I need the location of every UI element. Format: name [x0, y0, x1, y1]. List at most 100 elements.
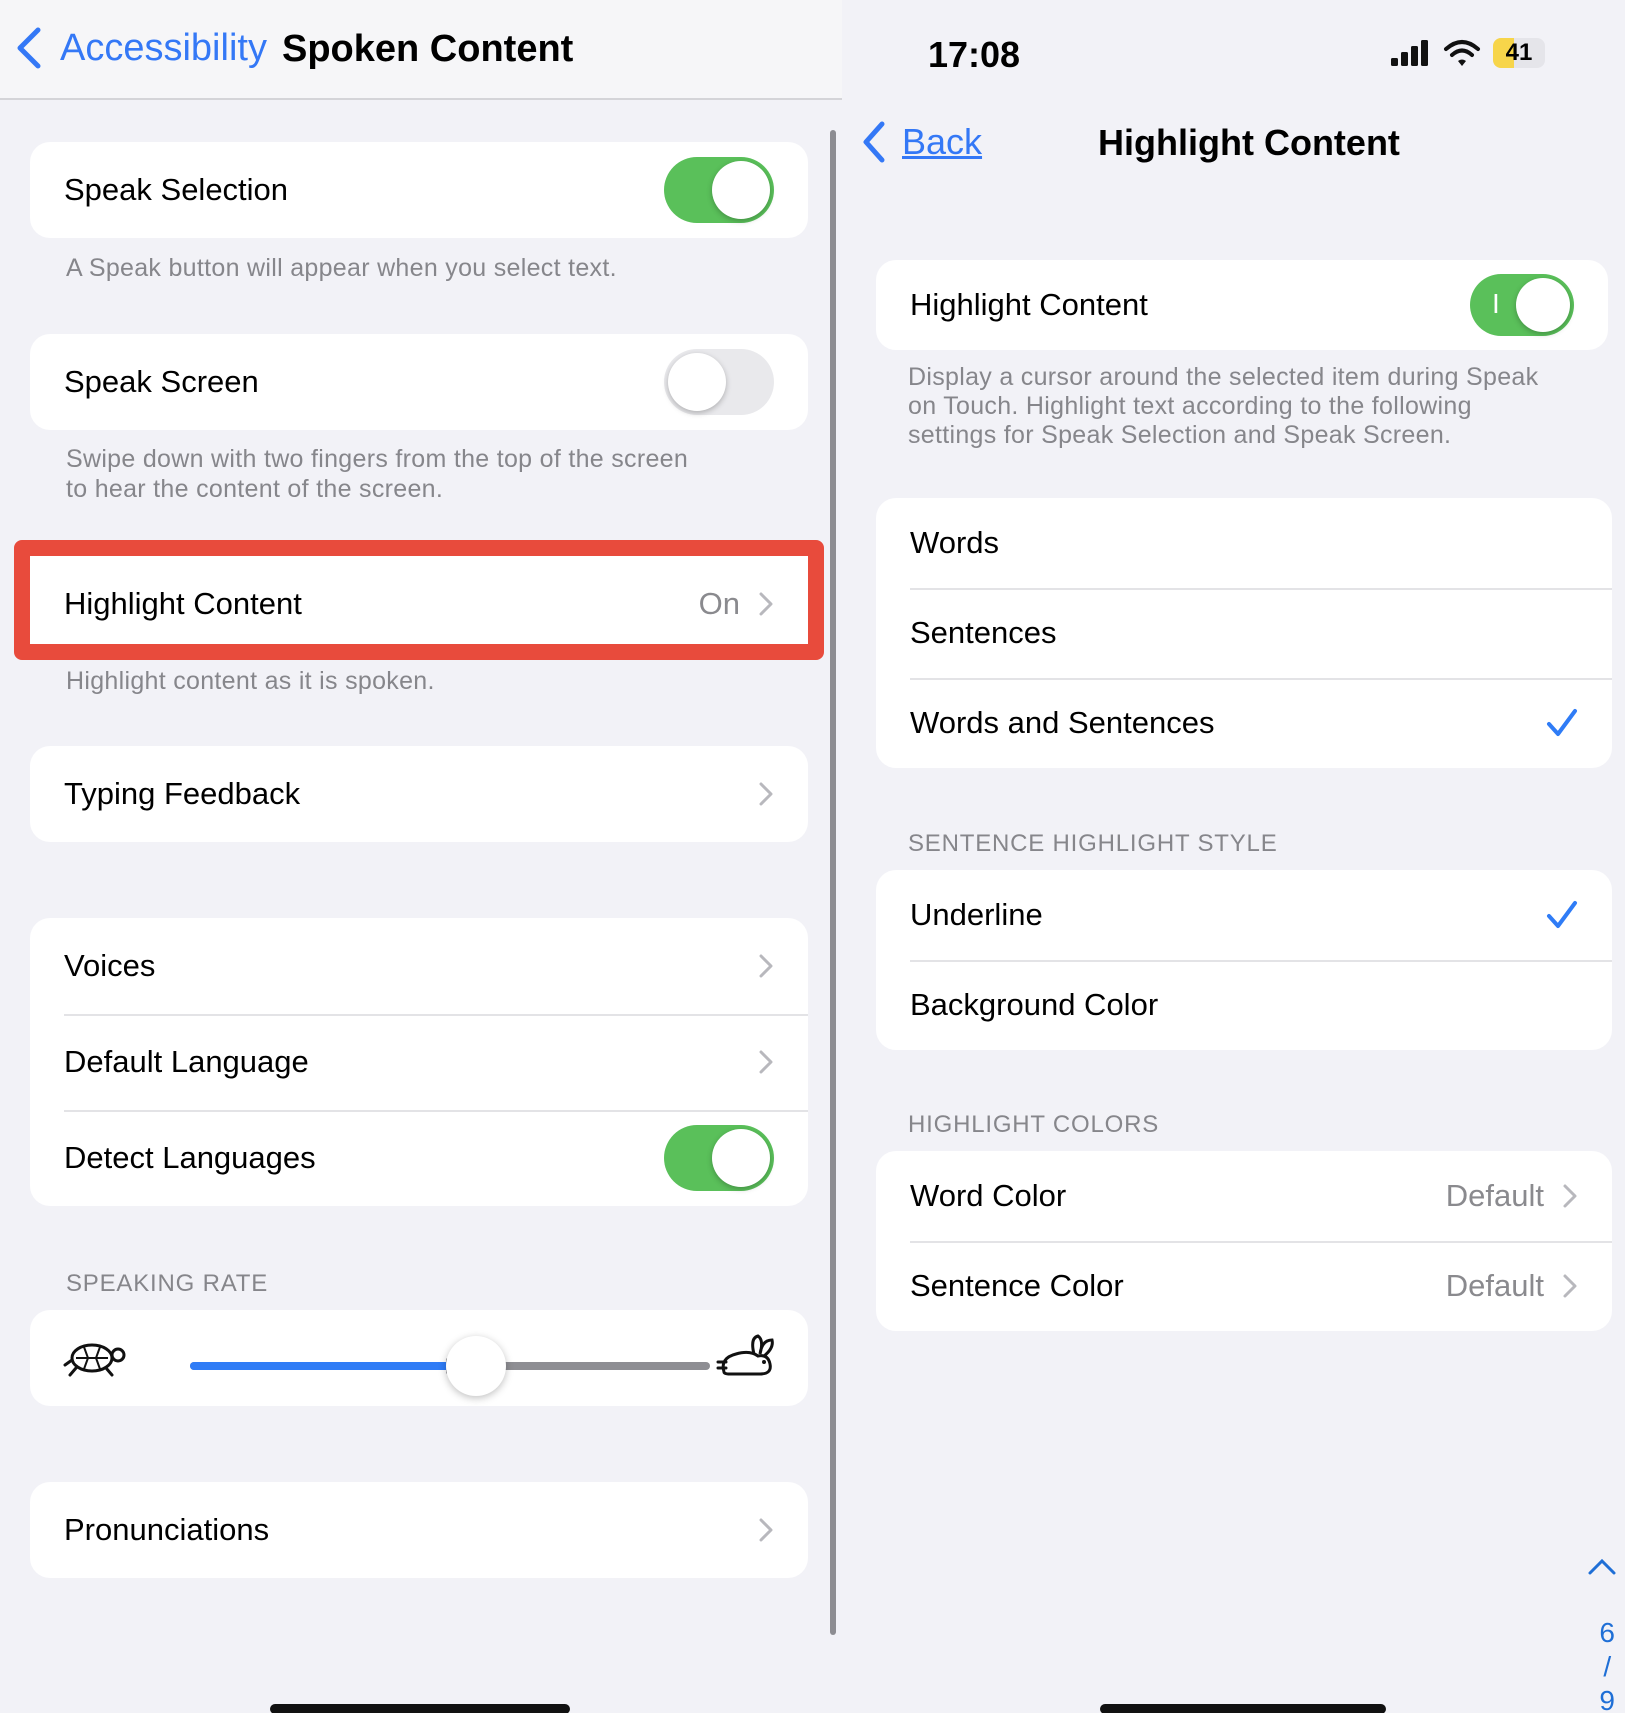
speak-screen-card: Speak Screen [30, 334, 808, 430]
speak-screen-row: Speak Screen [30, 334, 808, 430]
nav-bar: Accessibility Spoken Content [0, 0, 842, 100]
description-line: settings for Speak Selection and Speak S… [908, 421, 1452, 449]
chevron-right-icon [759, 782, 773, 806]
annotation-highlight-box [14, 540, 824, 660]
turtle-icon [63, 1343, 126, 1377]
detect-languages-toggle[interactable] [664, 1125, 774, 1191]
chevron-right-icon [759, 954, 773, 978]
description-line: Display a cursor around the selected ite… [908, 363, 1539, 391]
chevron-right-icon [1563, 1184, 1577, 1208]
spoken-content-screen: Accessibility Spoken Content Speak Selec… [0, 0, 842, 1713]
separator [910, 1241, 1612, 1243]
option-label: Sentences [910, 615, 1057, 650]
highlight-content-label: Highlight Content [910, 287, 1148, 322]
voices-group-card: Voices Default Language Detect Languages [30, 918, 808, 1206]
highlight-content-toggle[interactable]: I [1470, 274, 1574, 336]
chevron-right-icon [1563, 1274, 1577, 1298]
highlight-content-toggle-row: Highlight Content I [876, 260, 1608, 350]
back-button[interactable]: Back [860, 120, 982, 164]
voices-row[interactable]: Voices [30, 918, 808, 1014]
detect-languages-row: Detect Languages [30, 1110, 808, 1206]
page-separator: / [1603, 1651, 1612, 1682]
separator [910, 960, 1612, 962]
highlight-colors-header: HIGHLIGHT COLORS [908, 1111, 1160, 1138]
back-button[interactable]: Accessibility [14, 26, 267, 70]
separator [910, 588, 1612, 590]
back-label: Back [902, 121, 983, 162]
scrollbar[interactable] [830, 130, 836, 1635]
speak-screen-toggle[interactable] [664, 349, 774, 415]
highlight-mode-card: Words Sentences Words and Sentences [876, 498, 1612, 768]
highlight-content-description: Display a cursor around the selected ite… [908, 363, 1538, 450]
pronunciations-label: Pronunciations [64, 1512, 270, 1547]
voices-label: Voices [64, 948, 156, 983]
option-words-and-sentences[interactable]: Words and Sentences [876, 678, 1612, 768]
scroll-up-icon[interactable] [1587, 1556, 1617, 1576]
speak-selection-label: Speak Selection [64, 172, 289, 207]
speaking-rate-card [30, 1310, 808, 1406]
speaking-rate-slider[interactable] [190, 1336, 710, 1396]
speak-screen-note: Swipe down with two fingers from the top… [66, 444, 688, 504]
option-background-color[interactable]: Background Color [876, 960, 1612, 1050]
word-color-row[interactable]: Word Color Default [876, 1151, 1612, 1241]
option-words[interactable]: Words [876, 498, 1612, 588]
back-label: Accessibility [60, 26, 267, 69]
option-label: Words and Sentences [910, 705, 1215, 740]
page-indicator: 6 / 9 [1599, 1616, 1615, 1713]
sentence-color-value: Default [1445, 1268, 1544, 1303]
option-label: Background Color [910, 987, 1159, 1022]
checkmark-icon [1547, 709, 1577, 736]
separator [64, 1014, 808, 1016]
toggle-knob [1516, 278, 1570, 332]
home-indicator[interactable] [270, 1704, 570, 1713]
status-time: 17:08 [928, 34, 1021, 75]
page-current: 6 [1599, 1617, 1615, 1648]
option-underline[interactable]: Underline [876, 870, 1612, 960]
battery-icon: 41 [1493, 38, 1545, 68]
toggle-on-mark: I [1492, 288, 1500, 319]
word-color-value: Default [1445, 1178, 1544, 1213]
option-label: Underline [910, 897, 1043, 932]
page-title: Highlight Content [1098, 122, 1400, 163]
speaking-rate-header: SPEAKING RATE [66, 1270, 269, 1297]
status-icons: 41 [1391, 38, 1545, 68]
typing-feedback-row[interactable]: Typing Feedback [30, 746, 808, 842]
sentence-color-label: Sentence Color [910, 1268, 1124, 1303]
page-total: 9 [1599, 1685, 1615, 1713]
default-language-row[interactable]: Default Language [30, 1014, 808, 1110]
slider-thumb[interactable] [446, 1336, 506, 1396]
speak-selection-note: A Speak button will appear when you sele… [66, 254, 617, 282]
page-title: Spoken Content [282, 28, 574, 70]
note-line: Swipe down with two fingers from the top… [66, 445, 689, 473]
separator [910, 678, 1612, 680]
cellular-signal-icon [1391, 40, 1428, 66]
wifi-icon [1444, 40, 1480, 66]
slider-fill [190, 1362, 476, 1370]
default-language-label: Default Language [64, 1044, 309, 1079]
highlight-content-screen: 17:08 41 Back Highlight Content Highligh… [842, 0, 1625, 1713]
typing-feedback-card: Typing Feedback [30, 746, 808, 842]
speak-selection-toggle[interactable] [664, 157, 774, 223]
separator [64, 1110, 808, 1112]
detect-languages-label: Detect Languages [64, 1140, 316, 1175]
chevron-right-icon [759, 1050, 773, 1074]
description-line: on Touch. Highlight text according to th… [908, 392, 1472, 420]
pronunciations-card: Pronunciations [30, 1482, 808, 1578]
option-label: Words [910, 525, 1000, 560]
pronunciations-row[interactable]: Pronunciations [30, 1482, 808, 1578]
speak-screen-label: Speak Screen [64, 364, 259, 399]
checkmark-icon [1547, 901, 1577, 928]
home-indicator[interactable] [1100, 1704, 1386, 1713]
speak-selection-row: Speak Selection [30, 142, 808, 238]
speak-selection-card: Speak Selection [30, 142, 808, 238]
chevron-right-icon [759, 1518, 773, 1542]
status-bar: 17:08 41 [842, 0, 1625, 110]
toggle-knob [712, 161, 770, 219]
highlight-content-note: Highlight content as it is spoken. [66, 667, 435, 695]
option-sentences[interactable]: Sentences [876, 588, 1612, 678]
sentence-color-row[interactable]: Sentence Color Default [876, 1241, 1612, 1331]
word-color-label: Word Color [910, 1178, 1067, 1213]
chevron-left-icon [863, 121, 885, 163]
toggle-knob [712, 1129, 770, 1187]
sentence-style-card: Underline Background Color [876, 870, 1612, 1050]
